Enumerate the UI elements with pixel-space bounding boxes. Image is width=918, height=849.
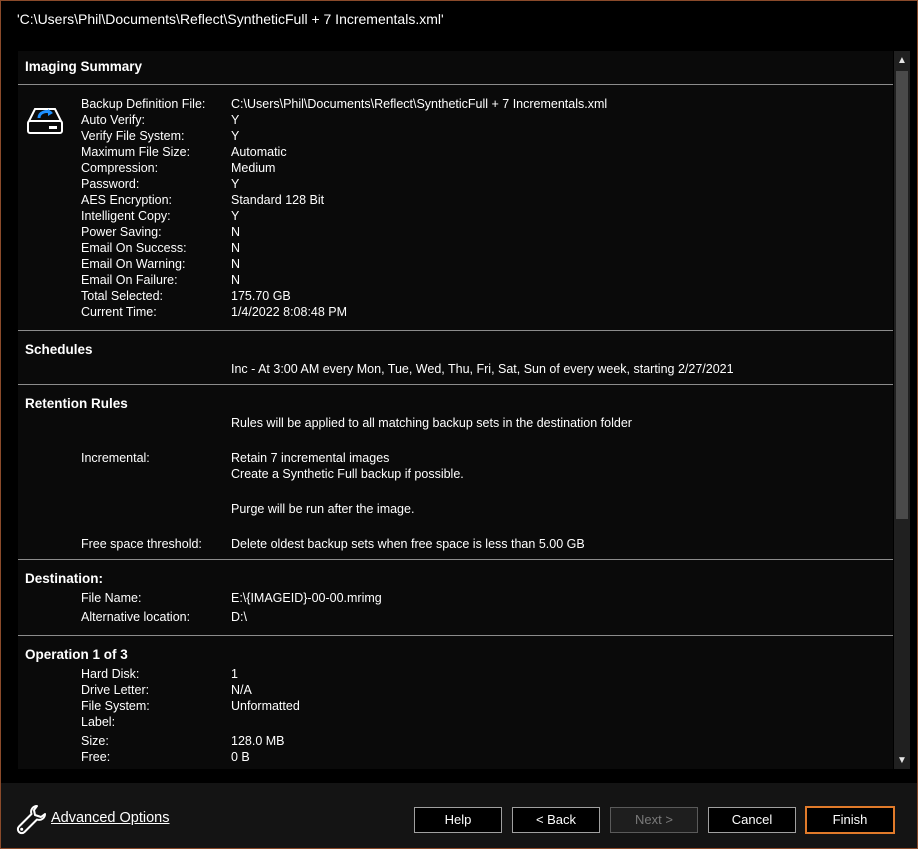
summary-label: Free: [81, 750, 111, 764]
summary-value: N [231, 241, 241, 255]
scrollbar-thumb[interactable] [896, 71, 908, 519]
summary-value: E:\{IMAGEID}-00-00.mrimg [231, 591, 382, 605]
divider [18, 559, 893, 560]
summary-value: Standard 128 Bit [231, 193, 325, 207]
wrench-icon[interactable] [15, 803, 47, 835]
schedule-text: Inc - At 3:00 AM every Mon, Tue, Wed, Th… [231, 362, 734, 376]
summary-value: C:\Users\Phil\Documents\Reflect\Syntheti… [231, 97, 608, 111]
summary-value: D:\ [231, 610, 247, 624]
incremental-label: Incremental: [81, 451, 150, 465]
summary-label: Size: [81, 734, 109, 748]
summary-value: 0 B [231, 750, 250, 764]
summary-value: 175.70 GB [231, 289, 291, 303]
summary-label: Total Selected: [81, 289, 163, 303]
summary-label: Label: [81, 715, 116, 729]
section-schedules: Schedules [25, 342, 93, 357]
summary-label: Verify File System: [81, 129, 185, 143]
summary-value: N/A [231, 683, 252, 697]
purge-text: Purge will be run after the image. [231, 502, 415, 516]
summary-label: File System: [81, 699, 150, 713]
advanced-options-link[interactable]: Advanced Options [51, 810, 170, 826]
window-title: 'C:\Users\Phil\Documents\Reflect\Synthet… [1, 1, 917, 37]
summary-value: Y [231, 177, 240, 191]
summary-value: Medium [231, 161, 276, 175]
incremental-line1: Retain 7 incremental images [231, 451, 390, 465]
scroll-down-icon[interactable]: ▼ [894, 751, 910, 769]
section-operation: Operation 1 of 3 [25, 647, 128, 662]
summary-value: Y [231, 113, 240, 127]
section-imaging-summary: Imaging Summary [25, 59, 143, 74]
summary-value: N [231, 257, 241, 271]
summary-label: Maximum File Size: [81, 145, 191, 159]
summary-value: Y [231, 129, 240, 143]
summary-label: Power Saving: [81, 225, 162, 239]
summary-label: Email On Failure: [81, 273, 178, 287]
summary-label: Current Time: [81, 305, 157, 319]
divider [18, 384, 893, 385]
incremental-line2: Create a Synthetic Full backup if possib… [231, 467, 464, 481]
summary-label: Intelligent Copy: [81, 209, 171, 223]
drive-backup-icon [27, 108, 63, 134]
summary-value: Y [231, 209, 240, 223]
summary-label: Backup Definition File: [81, 97, 206, 111]
summary-label: Auto Verify: [81, 113, 145, 127]
summary-label: Hard Disk: [81, 667, 140, 681]
section-retention-rules: Retention Rules [25, 396, 128, 411]
summary-value: N [231, 273, 241, 287]
summary-label: Password: [81, 177, 140, 191]
scroll-up-icon[interactable]: ▲ [894, 51, 910, 69]
summary-panel[interactable]: Imaging Summary Backup Definition File: C… [18, 51, 893, 769]
summary-value: Unformatted [231, 699, 300, 713]
divider [18, 635, 893, 636]
free-space-label: Free space threshold: [81, 537, 202, 551]
divider [18, 84, 893, 85]
summary-value: 1/4/2022 8:08:48 PM [231, 305, 348, 319]
summary-value: 128.0 MB [231, 734, 285, 748]
summary-label: Email On Success: [81, 241, 187, 255]
back-button[interactable]: < Back [512, 807, 600, 833]
divider [18, 330, 893, 331]
wizard-window: 'C:\Users\Phil\Documents\Reflect\Synthet… [0, 0, 918, 849]
summary-value: Automatic [231, 145, 287, 159]
wizard-footer: Advanced Options Help < Back Next > Canc… [1, 783, 917, 848]
section-destination: Destination: [25, 571, 104, 586]
vertical-scrollbar[interactable]: ▲ ▼ [894, 51, 910, 769]
finish-button[interactable]: Finish [805, 806, 895, 834]
cancel-button[interactable]: Cancel [708, 807, 796, 833]
summary-value: N [231, 225, 241, 239]
summary-label: Compression: [81, 161, 159, 175]
summary-label: Drive Letter: [81, 683, 150, 697]
help-button[interactable]: Help [414, 807, 502, 833]
retention-note: Rules will be applied to all matching ba… [231, 416, 632, 430]
free-space-value: Delete oldest backup sets when free spac… [231, 537, 585, 551]
next-button[interactable]: Next > [610, 807, 698, 833]
summary-label: Alternative location: [81, 610, 191, 624]
summary-label: Email On Warning: [81, 257, 186, 271]
summary-value: 1 [231, 667, 238, 681]
summary-label: AES Encryption: [81, 193, 173, 207]
summary-label: File Name: [81, 591, 142, 605]
